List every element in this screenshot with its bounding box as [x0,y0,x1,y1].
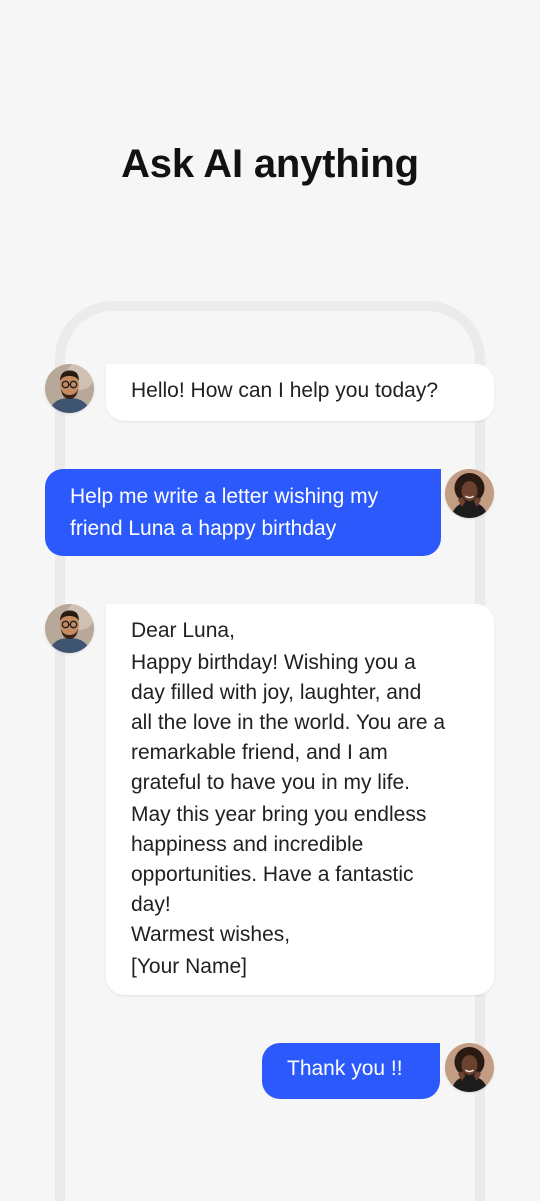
message-text: day! [131,893,171,916]
assistant-avatar [45,604,94,653]
user-message-bubble: Thank you !! [262,1043,440,1099]
woman-avatar-icon [445,1043,494,1092]
assistant-message-bubble: Dear Luna, Happy birthday! Wishing you a… [106,604,494,995]
page-title: Ask AI anything [121,142,419,186]
message-text: friend Luna a happy birthday [70,517,337,540]
assistant-avatar [45,364,94,413]
message-text: grateful to have you in my life. [131,771,410,794]
man-with-glasses-avatar-icon [45,364,94,413]
message-text: Help me write a letter wishing my [70,485,379,508]
user-avatar [445,1043,494,1092]
user-avatar [445,469,494,518]
message-text: remarkable friend, and I am [131,741,388,764]
message-text: all the love in the world. You are a [131,711,446,734]
user-message-bubble: Help me write a letter wishing my friend… [45,469,441,556]
woman-avatar-icon [445,469,494,518]
assistant-message-bubble: Hello! How can I help you today? [106,364,494,421]
message-text: Hello! How can I help you today? [131,379,439,402]
message-text: Warmest wishes, [131,923,291,946]
message-text: [Your Name] [131,955,247,978]
message-text: Happy birthday! Wishing you a [131,651,416,674]
message-text: happiness and incredible [131,833,364,856]
message-text: Thank you !! [287,1057,403,1080]
man-with-glasses-avatar-icon [45,604,94,653]
message-text: day filled with joy, laughter, and [131,681,422,704]
message-text: Dear Luna, [131,619,235,642]
message-text: May this year bring you endless [131,803,427,826]
message-text: opportunities. Have a fantastic [131,863,414,886]
